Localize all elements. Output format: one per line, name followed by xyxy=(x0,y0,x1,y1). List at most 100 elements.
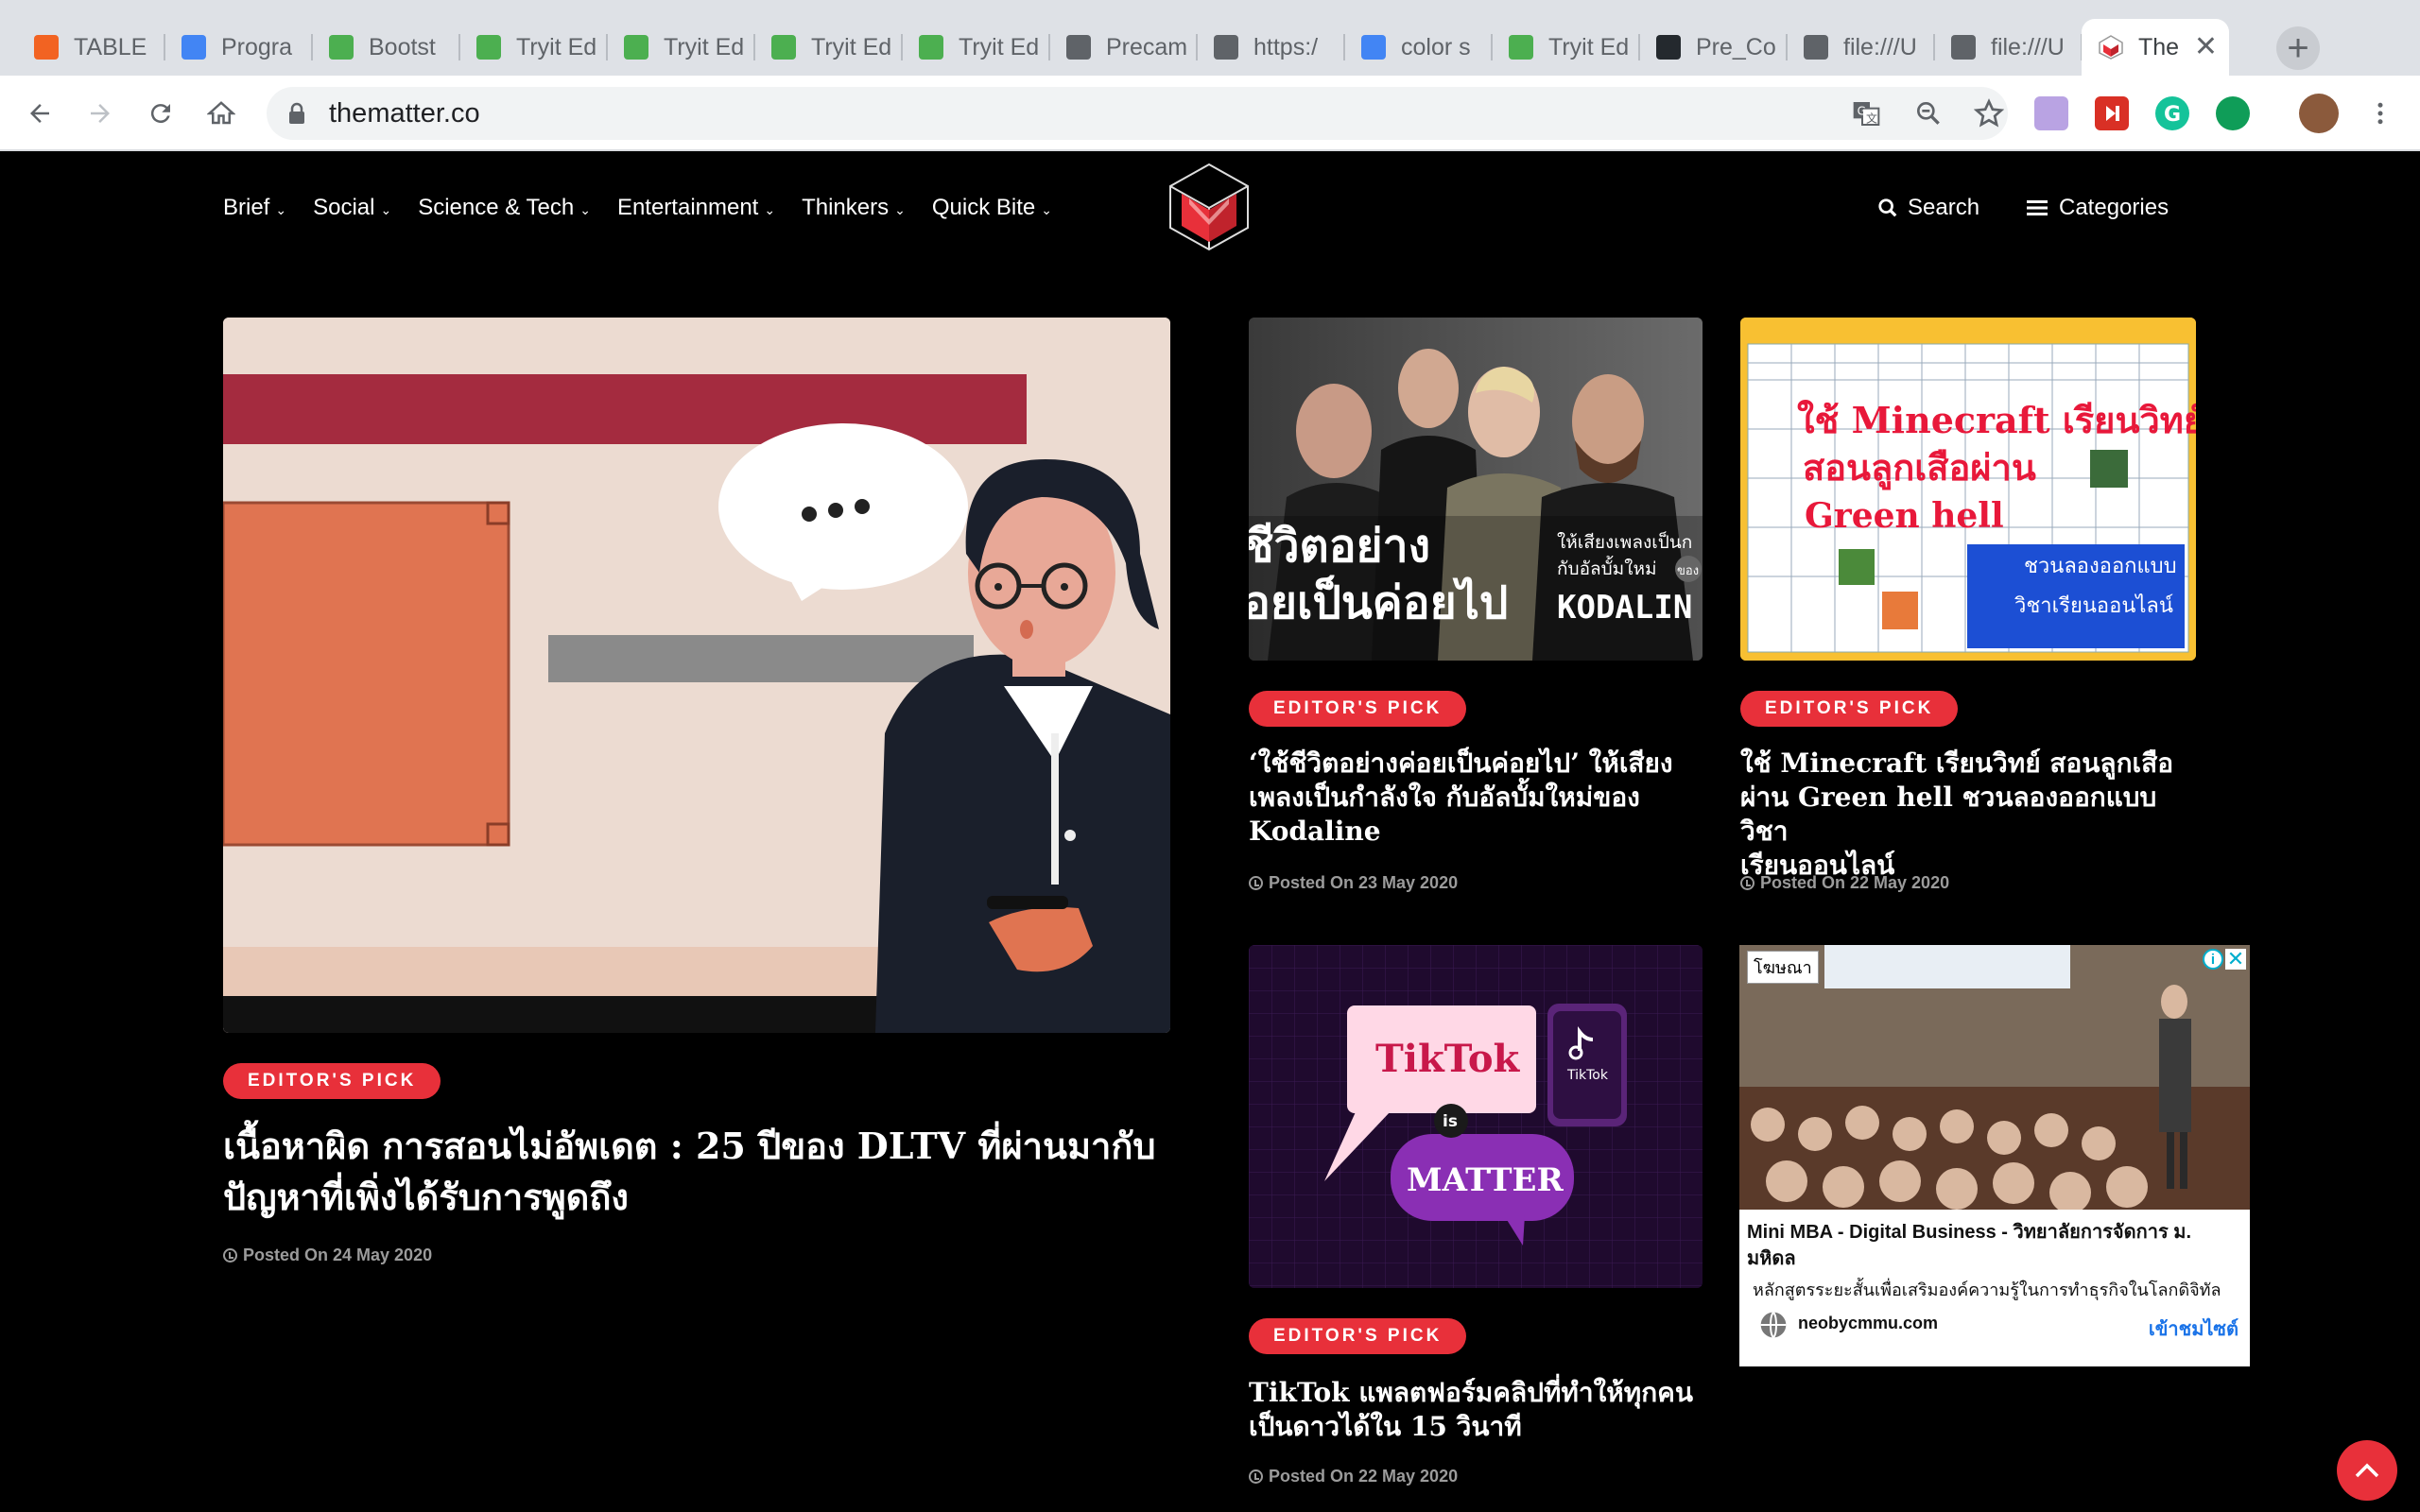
minecraft-title-line1: ใช้ Minecraft เรียนวิทย์ สอนลูกเสือ xyxy=(1740,747,2174,779)
nav-item-thinkers[interactable]: Thinkers ⌄ xyxy=(802,195,906,221)
docs-icon xyxy=(182,35,206,60)
w3-icon xyxy=(329,35,354,60)
tab-title: Progra xyxy=(221,33,293,60)
chevron-up-icon xyxy=(2355,1463,2379,1478)
img-kodaline-big2: อยเป็นค่อยไป xyxy=(1249,575,1508,629)
tiktok-editors-pick-badge[interactable]: EDITOR'S PICK xyxy=(1249,1318,1467,1354)
tab-strip: TABLE Progra Bootst Tryit Ed Tryit Ed Tryit E… xyxy=(0,0,2420,77)
browser-tab[interactable]: Tryit Ed xyxy=(754,21,903,74)
advertisement[interactable]: โฆษณา i ✕ Mini MBA - Digital Business - … xyxy=(1739,945,2250,1366)
extension-green-bubble-icon[interactable] xyxy=(2216,96,2250,130)
profile-avatar[interactable] xyxy=(2299,94,2339,133)
nav-item-quick-bite[interactable]: Quick Bite ⌄ xyxy=(932,195,1052,221)
back-arrow-icon xyxy=(30,104,49,123)
minecraft-article-image[interactable]: ใช้ Minecraft เรียนวิทย์ สอนลูกเสือผ่าน … xyxy=(1740,318,2196,661)
browser-tab[interactable]: file:///U xyxy=(1934,21,2083,74)
browser-tab[interactable]: Precam xyxy=(1049,21,1198,74)
browser-tab[interactable]: Tryit Ed xyxy=(902,21,1050,74)
extension-purple-icon[interactable] xyxy=(2034,96,2068,130)
close-tab-icon[interactable]: ✕ xyxy=(2194,33,2218,61)
browser-tab[interactable]: Tryit Ed xyxy=(607,21,755,74)
lock-icon xyxy=(289,102,304,124)
browser-tab[interactable]: Tryit Ed xyxy=(459,21,608,74)
featured-article-title[interactable]: เนื้อหาผิด การสอนไม่อัพเดต : 25 ปีของ DL… xyxy=(223,1121,1178,1223)
browser-tab[interactable]: TABLE xyxy=(17,21,165,74)
nav-item-social[interactable]: Social ⌄ xyxy=(313,195,391,221)
img-tiktok-title: TikTok xyxy=(1375,1037,1521,1081)
github-icon xyxy=(1656,35,1681,60)
bookmark-star-icon[interactable] xyxy=(1974,98,2004,129)
kodaline-article-title[interactable]: ‘ใช้ชีวิตอย่างค่อยเป็นค่อยไป’ ให้เสียง เ… xyxy=(1249,747,1703,849)
menu-button[interactable] xyxy=(2360,93,2401,134)
address-bar[interactable]: thematter.co G文 xyxy=(267,87,2008,140)
band-photo: ชีวิตอย่าง อยเป็นค่อยไป ให้เสียงเพลงเป็น… xyxy=(1249,318,1703,661)
tiktok-title-line2: เป็นดาวได้ใน 15 วินาที xyxy=(1249,1411,1522,1442)
extension-red-icon[interactable] xyxy=(2095,96,2129,130)
ad-close-icon[interactable]: ✕ xyxy=(2225,949,2246,970)
tab-title: The xyxy=(2138,33,2180,60)
reload-button[interactable] xyxy=(140,93,182,134)
nav-item-science-tech[interactable]: Science & Tech ⌄ xyxy=(418,195,591,221)
img-minecraft-box2: วิชาเรียนออนไลน์ xyxy=(2014,593,2173,618)
featured-article-image[interactable] xyxy=(223,318,1170,1033)
thematter-icon xyxy=(2099,35,2123,60)
tab-title: Tryit Ed xyxy=(516,33,596,60)
tiktok-article-title[interactable]: TikTok แพลตฟอร์มคลิปที่ทำให้ทุกคน เป็นดา… xyxy=(1249,1376,1703,1444)
search-link[interactable]: Search xyxy=(1877,195,1979,221)
nav-item-entertainment[interactable]: Entertainment ⌄ xyxy=(617,195,775,221)
img-kodaline-brand: KODALIN xyxy=(1557,589,1692,627)
tiktok-article-image[interactable]: TikTok TikTok is MATTER xyxy=(1249,945,1703,1288)
reload-icon xyxy=(150,104,170,124)
browser-tab[interactable]: Progra xyxy=(164,21,313,74)
forward-button[interactable] xyxy=(79,93,121,134)
timetable-graphic: ใช้ Minecraft เรียนวิทย์ สอนลูกเสือผ่าน … xyxy=(1740,318,2196,661)
chevron-down-icon: ⌄ xyxy=(1041,201,1052,217)
url-text: thematter.co xyxy=(329,98,480,129)
translate-icon[interactable]: G文 xyxy=(1851,98,1881,129)
active-browser-tab[interactable]: The ✕ xyxy=(2082,19,2229,76)
nav-item-brief[interactable]: Brief ⌄ xyxy=(223,195,286,221)
img-kodaline-small1: ให้เสียงเพลงเป็นก xyxy=(1557,530,1692,553)
back-button[interactable] xyxy=(19,93,60,134)
ad-visit-link[interactable]: เข้าชมไซต์ xyxy=(2149,1314,2238,1344)
teacher-illustration xyxy=(223,318,1170,1033)
thematter-logo[interactable] xyxy=(1168,163,1250,251)
grammarly-icon[interactable]: G xyxy=(2155,96,2189,130)
google-icon xyxy=(1361,35,1386,60)
kodaline-article-image[interactable]: ชีวิตอย่าง อยเป็นค่อยไป ให้เสียงเพลงเป็น… xyxy=(1249,318,1703,661)
tab-title: file:///U xyxy=(1843,33,1917,60)
zoom-icon[interactable] xyxy=(1913,98,1944,129)
browser-tab[interactable]: color s xyxy=(1344,21,1493,74)
search-icon xyxy=(1878,198,1897,217)
browser-tab[interactable]: Bootst xyxy=(312,21,460,74)
svg-text:G: G xyxy=(2164,103,2181,127)
ad-info-icon[interactable]: i xyxy=(2203,949,2223,970)
clock-icon xyxy=(1249,1469,1263,1484)
minecraft-editors-pick-badge[interactable]: EDITOR'S PICK xyxy=(1740,691,1959,727)
browser-tab[interactable]: Pre_Co xyxy=(1639,21,1788,74)
new-tab-button[interactable]: + xyxy=(2276,26,2320,70)
browser-tab[interactable]: https:/ xyxy=(1197,21,1345,74)
browser-tab[interactable]: file:///U xyxy=(1787,21,1935,74)
ad-title[interactable]: Mini MBA - Digital Business - วิทยาลัยกา… xyxy=(1747,1219,2238,1272)
categories-link[interactable]: Categories xyxy=(2027,195,2169,221)
scroll-to-top-button[interactable] xyxy=(2337,1440,2397,1501)
clock-icon xyxy=(223,1248,237,1263)
tab-title: Tryit Ed xyxy=(1548,33,1629,60)
featured-posted-date: Posted On 24 May 2020 xyxy=(223,1246,432,1265)
featured-title-line2: ปัญหาที่เพิ่งได้รับการพูดถึง xyxy=(223,1176,629,1218)
minecraft-article-title[interactable]: ใช้ Minecraft เรียนวิทย์ สอนลูกเสือ ผ่าน… xyxy=(1740,747,2204,883)
kodaline-title-line3: Kodaline xyxy=(1249,816,1381,847)
categories-label: Categories xyxy=(2059,195,2169,220)
globe-icon xyxy=(1066,35,1091,60)
w3-icon xyxy=(919,35,943,60)
home-button[interactable] xyxy=(200,93,242,134)
tab-title: https:/ xyxy=(1253,33,1319,60)
main-nav: Brief ⌄ Social ⌄ Science & Tech ⌄ Entertainmen… xyxy=(223,195,1079,221)
chevron-down-icon: ⌄ xyxy=(380,201,392,217)
featured-editors-pick-badge[interactable]: EDITOR'S PICK xyxy=(223,1063,441,1099)
browser-tab[interactable]: Tryit Ed xyxy=(1492,21,1640,74)
kodaline-editors-pick-badge[interactable]: EDITOR'S PICK xyxy=(1249,691,1467,727)
clock-icon xyxy=(1249,876,1263,890)
w3-icon xyxy=(771,35,796,60)
